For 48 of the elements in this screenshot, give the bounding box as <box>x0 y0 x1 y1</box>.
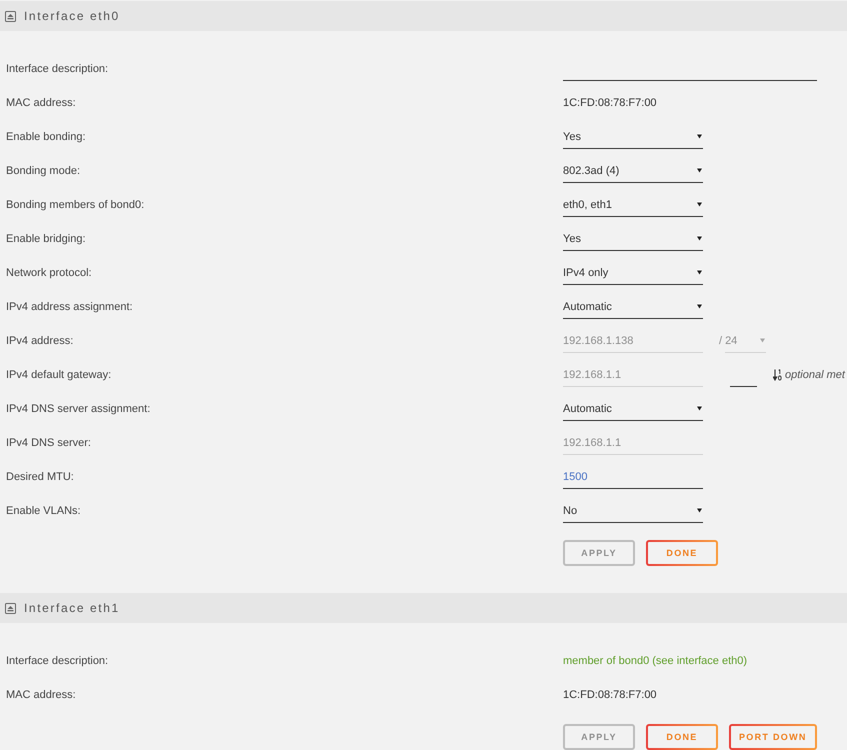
sort-descending-icon[interactable] <box>773 369 782 381</box>
field-label: IPv4 DNS server: <box>6 437 91 449</box>
field-label: Desired MTU: <box>6 471 74 483</box>
caret-icon <box>697 202 702 207</box>
text-field[interactable]: 1500 <box>563 465 703 489</box>
text-field: 192.168.1.138 <box>563 329 703 353</box>
dropdown[interactable]: Yes <box>563 227 703 251</box>
field-value: 1C:FD:08:78:F7:00 <box>563 97 657 109</box>
dropdown[interactable]: Automatic <box>563 295 703 319</box>
text-field: 192.168.1.1 <box>563 363 703 387</box>
field-label: Enable bonding: <box>6 131 86 143</box>
text-field: 192.168.1.1 <box>563 431 703 455</box>
eject-icon[interactable] <box>5 602 16 614</box>
field-value: 1C:FD:08:78:F7:00 <box>563 689 657 701</box>
section-title: Interface eth1 <box>24 601 120 615</box>
caret-icon <box>697 270 702 275</box>
dropdown[interactable]: Yes <box>563 125 703 149</box>
field-label: IPv4 address assignment: <box>6 301 133 313</box>
caret-icon <box>697 304 702 309</box>
prefix-dropdown: 24 <box>725 329 766 353</box>
metric-hint: optional met <box>785 369 845 381</box>
field-label: Bonding mode: <box>6 165 80 177</box>
field-label: Interface description: <box>6 63 108 75</box>
dropdown[interactable]: No <box>563 499 703 523</box>
caret-icon <box>697 406 702 411</box>
field-label: IPv4 DNS server assignment: <box>6 403 150 415</box>
dropdown[interactable]: eth0, eth1 <box>563 193 703 217</box>
prefix-separator: / <box>719 335 722 347</box>
caret-icon <box>697 236 702 241</box>
caret-icon <box>697 508 702 513</box>
field-label: Bonding members of bond0: <box>6 199 144 211</box>
field-label: MAC address: <box>6 97 76 109</box>
field-label: Enable VLANs: <box>6 505 81 517</box>
member-note: member of bond0 (see interface eth0) <box>563 655 748 667</box>
field-label: IPv4 address: <box>6 335 74 347</box>
caret-icon <box>697 168 702 173</box>
eject-icon[interactable] <box>5 10 16 22</box>
dropdown[interactable]: IPv4 only <box>563 261 703 285</box>
field-label: Network protocol: <box>6 267 92 279</box>
caret-icon <box>697 134 702 139</box>
dropdown[interactable]: Automatic <box>563 397 703 421</box>
section-title: Interface eth0 <box>24 9 120 23</box>
field-label: Interface description: <box>6 655 108 667</box>
field-label: MAC address: <box>6 689 76 701</box>
field-label: IPv4 default gateway: <box>6 369 112 381</box>
dropdown[interactable]: 802.3ad (4) <box>563 159 703 183</box>
caret-icon <box>760 338 766 343</box>
field-label: Enable bridging: <box>6 233 86 245</box>
